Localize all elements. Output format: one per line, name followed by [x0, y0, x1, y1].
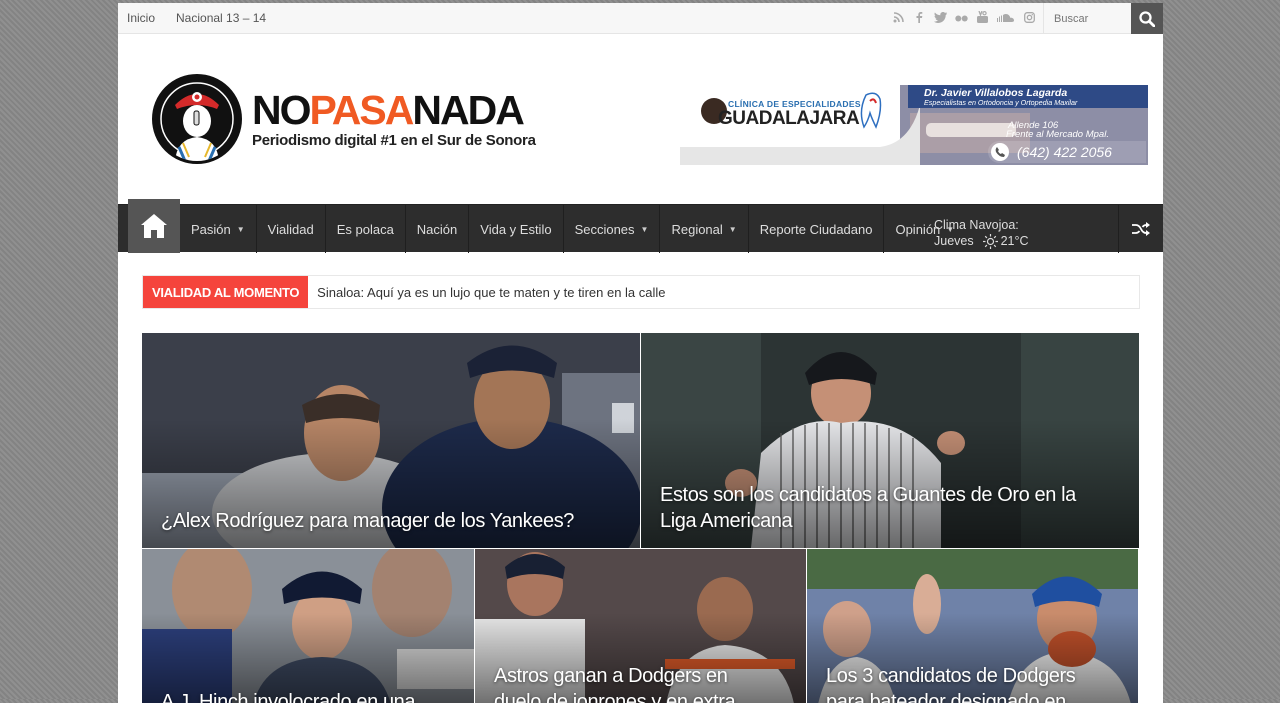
top-nav-nacional[interactable]: Nacional 13 – 14 — [176, 11, 266, 25]
featured-slide-1[interactable]: ¿Alex Rodríguez para manager de los Yank… — [142, 333, 640, 548]
search-icon — [1139, 10, 1155, 27]
slide-title[interactable]: A.J. Hinch involocrado en una — [161, 689, 444, 703]
breaking-news-bar: VIALIDAD AL MOMENTO Sinaloa: Aquí ya es … — [142, 275, 1140, 309]
featured-slide-3[interactable]: A.J. Hinch involocrado en una — [142, 549, 474, 703]
menu-item-pasion[interactable]: Pasión ▼ — [180, 205, 257, 253]
menu-item-es-polaca[interactable]: Es polaca — [326, 205, 406, 253]
youtube-icon[interactable] — [976, 10, 988, 26]
weather-widget: Clima Navojoa: Jueves 21°C — [934, 217, 1029, 249]
random-article-button[interactable] — [1118, 205, 1163, 253]
shuffle-icon — [1132, 222, 1150, 236]
slide-title[interactable]: Astros ganan a Dodgers en duelo de jonro… — [494, 663, 776, 703]
flickr-icon[interactable] — [955, 13, 968, 25]
chevron-down-icon: ▼ — [728, 224, 737, 234]
ad-clinic-name: GUADALAJARA — [718, 108, 860, 129]
featured-slide-5[interactable]: Los 3 candidatos de Dodgers para bateado… — [807, 549, 1138, 703]
weather-day: Jueves — [934, 234, 974, 248]
menu-item-vida-y-estilo[interactable]: Vida y Estilo — [469, 205, 564, 253]
weather-temp: 21°C — [1000, 234, 1029, 248]
logo-wordmark: NOPASANADA — [252, 86, 525, 133]
sun-icon — [982, 233, 998, 249]
main-nav: Pasión ▼ Vialidad Es polaca Nación Vida y… — [118, 199, 1163, 253]
top-nav: Inicio Nacional 13 – 14 — [127, 11, 287, 25]
ad-phone-badge: (642) 422 2056 — [988, 141, 1146, 163]
search-input[interactable] — [1054, 12, 1136, 25]
breaking-news-label: VIALIDAD AL MOMENTO — [143, 276, 309, 308]
home-icon — [141, 214, 167, 238]
featured-slide-4[interactable]: Astros ganan a Dodgers en duelo de jonro… — [475, 549, 806, 703]
phone-icon — [991, 143, 1009, 161]
main-menu: Pasión ▼ Vialidad Es polaca Nación Vida y… — [180, 205, 965, 253]
social-icons — [892, 3, 1035, 34]
slide-title[interactable]: ¿Alex Rodríguez para manager de los Yank… — [161, 508, 610, 534]
menu-item-reporte-ciudadano[interactable]: Reporte Ciudadano — [749, 205, 885, 253]
weather-row: Jueves 21°C — [934, 233, 1029, 249]
top-nav-inicio[interactable]: Inicio — [127, 11, 155, 25]
slide-3-photo — [142, 549, 474, 703]
site-header: NOPASANADA Periodismo digital #1 en el S… — [118, 34, 1163, 204]
menu-item-regional[interactable]: Regional ▼ — [660, 205, 749, 253]
site-logo[interactable]: NOPASANADA Periodismo digital #1 en el S… — [152, 74, 536, 164]
soundcloud-icon[interactable] — [997, 13, 1014, 25]
site-tagline: Periodismo digital #1 en el Sur de Sonor… — [252, 131, 536, 149]
home-button[interactable] — [128, 199, 180, 253]
breaking-news-link[interactable]: Sinaloa: Aquí ya es un lujo que te maten… — [317, 285, 665, 300]
menu-item-secciones[interactable]: Secciones ▼ — [564, 205, 661, 253]
search-box — [1043, 3, 1136, 34]
featured-slide-2[interactable]: Estos son los candidatos a Guantes de Or… — [641, 333, 1139, 548]
chevron-down-icon: ▼ — [236, 224, 245, 234]
instagram-icon[interactable] — [1023, 11, 1035, 26]
ad-phone-number: (642) 422 2056 — [1017, 144, 1112, 160]
chevron-down-icon: ▼ — [640, 224, 649, 234]
menu-item-nacion[interactable]: Nación — [406, 205, 470, 253]
ad-address-line2: Frente al Mercado Mpal. — [1006, 129, 1109, 140]
menu-item-vialidad[interactable]: Vialidad — [257, 205, 326, 253]
weather-title: Clima Navojoa: — [934, 218, 1019, 232]
rss-icon[interactable] — [892, 11, 904, 26]
slide-title[interactable]: Los 3 candidatos de Dodgers para bateado… — [826, 663, 1108, 703]
top-bar: Inicio Nacional 13 – 14 — [118, 3, 1163, 34]
logo-text: NOPASANADA Periodismo digital #1 en el S… — [252, 86, 536, 149]
header-ad-banner[interactable]: CLÍNICA DE ESPECIALIDADES GUADALAJARA Dr… — [680, 85, 1148, 165]
page-wrapper: Inicio Nacional 13 – 14 Buscar NOPASANAD… — [118, 3, 1163, 703]
twitter-icon[interactable] — [934, 11, 947, 26]
search-button[interactable] — [1131, 3, 1163, 34]
ad-specialty: Especialistas en Ortodoncia y Ortopedia … — [924, 98, 1078, 107]
facebook-icon[interactable] — [913, 11, 925, 26]
slide-title[interactable]: Estos son los candidatos a Guantes de Or… — [660, 482, 1109, 534]
logo-mascot-icon — [152, 74, 242, 164]
